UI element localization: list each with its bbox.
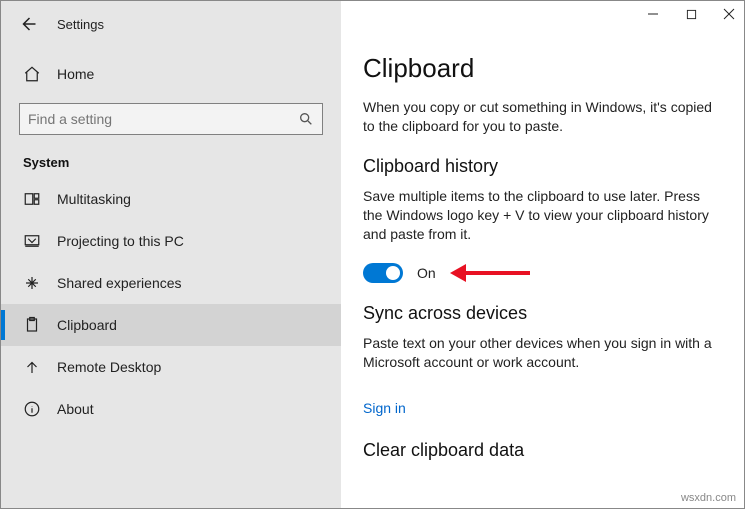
annotation-arrow — [450, 263, 530, 283]
sync-desc: Paste text on your other devices when yo… — [363, 334, 722, 372]
sidebar-home[interactable]: Home — [1, 55, 341, 93]
sidebar-item-remote-desktop[interactable]: Remote Desktop — [1, 346, 341, 388]
settings-window: Settings Home System Multitasking — [0, 0, 745, 509]
clipboard-history-desc: Save multiple items to the clipboard to … — [363, 187, 722, 244]
sidebar-group-title: System — [1, 149, 341, 178]
watermark: wsxdn.com — [681, 492, 736, 504]
close-button[interactable] — [722, 7, 736, 21]
sidebar-item-label: About — [57, 401, 94, 417]
clipboard-history-heading: Clipboard history — [363, 156, 722, 177]
app-title: Settings — [57, 17, 104, 32]
page-title: Clipboard — [363, 53, 722, 84]
content-pane: Clipboard When you copy or cut something… — [341, 1, 744, 508]
clear-heading: Clear clipboard data — [363, 440, 722, 461]
multitasking-icon — [23, 190, 41, 208]
sidebar-item-projecting[interactable]: Projecting to this PC — [1, 220, 341, 262]
clipboard-icon — [23, 316, 41, 334]
sign-in-link[interactable]: Sign in — [363, 400, 406, 416]
back-icon[interactable] — [19, 15, 37, 33]
sidebar-home-label: Home — [57, 66, 94, 82]
home-icon — [23, 65, 41, 83]
sidebar-header: Settings — [1, 1, 341, 41]
clipboard-history-toggle-row: On — [363, 263, 722, 283]
sidebar-item-shared-experiences[interactable]: Shared experiences — [1, 262, 341, 304]
remote-desktop-icon — [23, 358, 41, 376]
sync-heading: Sync across devices — [363, 303, 722, 324]
sidebar-item-label: Remote Desktop — [57, 359, 161, 375]
sidebar-item-clipboard[interactable]: Clipboard — [1, 304, 341, 346]
sidebar-item-label: Clipboard — [57, 317, 117, 333]
clipboard-history-toggle[interactable] — [363, 263, 403, 283]
toggle-knob — [386, 266, 400, 280]
search-icon — [298, 111, 314, 127]
window-controls — [646, 7, 736, 21]
about-icon — [23, 400, 41, 418]
intro-text: When you copy or cut something in Window… — [363, 98, 722, 136]
sidebar-item-about[interactable]: About — [1, 388, 341, 430]
sidebar-item-label: Projecting to this PC — [57, 233, 184, 249]
sidebar: Settings Home System Multitasking — [1, 1, 341, 508]
maximize-button[interactable] — [684, 7, 698, 21]
sidebar-item-label: Multitasking — [57, 191, 131, 207]
sidebar-item-multitasking[interactable]: Multitasking — [1, 178, 341, 220]
shared-experiences-icon — [23, 274, 41, 292]
minimize-button[interactable] — [646, 7, 660, 21]
sidebar-nav: Multitasking Projecting to this PC Share… — [1, 178, 341, 430]
sidebar-item-label: Shared experiences — [57, 275, 182, 291]
toggle-state-label: On — [417, 265, 436, 281]
projecting-icon — [23, 232, 41, 250]
search-box[interactable] — [19, 103, 323, 135]
search-input[interactable] — [28, 111, 298, 127]
